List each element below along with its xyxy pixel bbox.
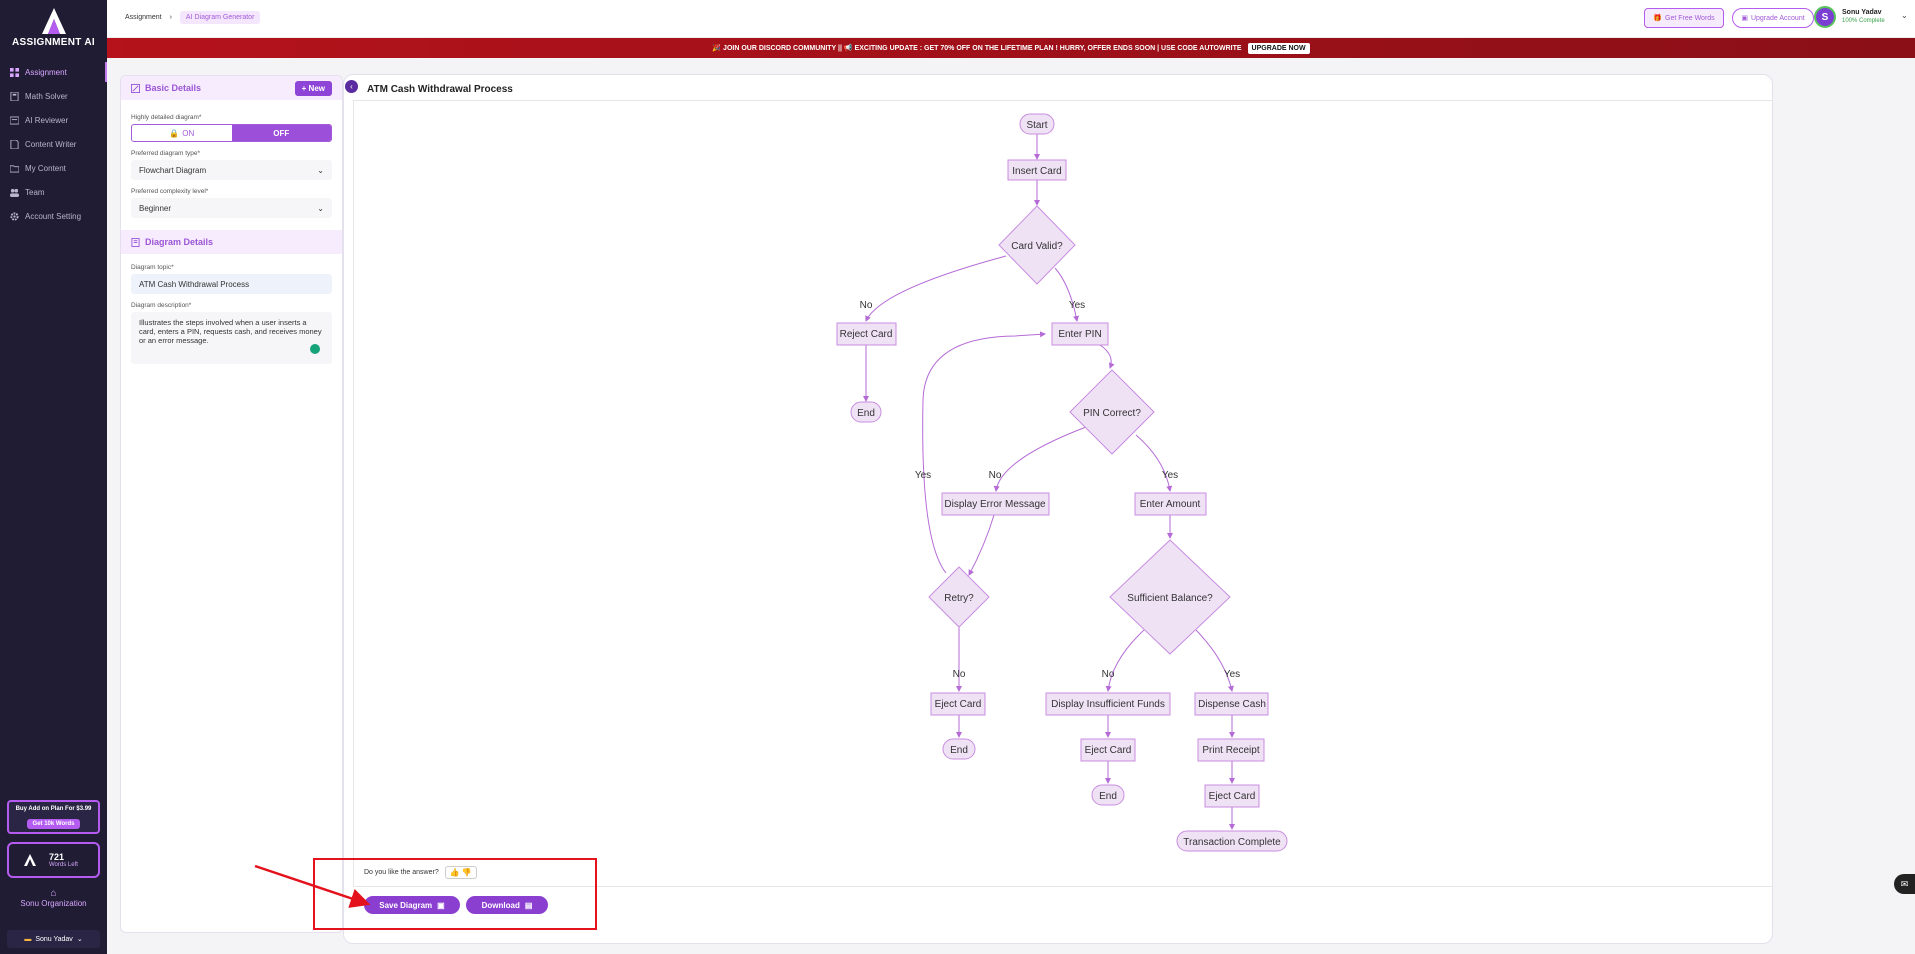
flowchart: Start Insert Card Card Valid? Reject Car… (836, 113, 1288, 852)
edge-pin-pinok (1099, 344, 1115, 369)
edge-valid-reject (865, 255, 1007, 322)
edge-balance-insuff (1105, 629, 1145, 692)
node-label: Display Insufficient Funds (1051, 699, 1165, 710)
edge-label: No (1102, 669, 1115, 680)
node-label: Enter PIN (1058, 329, 1101, 340)
annotation-arrow (254, 864, 371, 908)
edge-label: Yes (1162, 470, 1178, 481)
flowchart-shapes (836, 113, 1288, 852)
edge-label: No (953, 669, 966, 680)
edge-label: Yes (1069, 300, 1085, 311)
node-label: Reject Card (840, 329, 893, 340)
collapse-panel-button[interactable]: ‹ (345, 80, 358, 93)
node-label: Eject Card (935, 699, 982, 710)
node-label: End (950, 745, 968, 756)
node-label: Eject Card (1085, 745, 1132, 756)
edge-pinok-err (993, 426, 1087, 492)
node-label: Insert Card (1012, 166, 1061, 177)
node-label: Transaction Complete (1183, 837, 1281, 848)
edge-balance-dispense (1195, 629, 1234, 692)
node-label: End (857, 408, 875, 419)
node-label: PIN Correct? (1083, 408, 1141, 419)
edge-retry-pin (922, 331, 1046, 574)
chat-icon[interactable]: ✉ (1894, 874, 1915, 894)
node-label: Print Receipt (1202, 745, 1259, 756)
node-label: Eject Card (1209, 791, 1256, 802)
node-label: Card Valid? (1011, 241, 1063, 252)
edge-pinok-amount (1135, 434, 1173, 492)
node-label: End (1099, 791, 1117, 802)
node-label: Dispense Cash (1198, 699, 1266, 710)
edge-label: No (860, 300, 873, 311)
edge-label: Yes (1224, 669, 1240, 680)
node-label: Start (1026, 120, 1047, 131)
node-label: Enter Amount (1140, 499, 1201, 510)
edge-err-retry (968, 514, 995, 576)
node-label: Sufficient Balance? (1127, 593, 1213, 604)
edge-label: Yes (915, 470, 931, 481)
edge-label: No (989, 470, 1002, 481)
node-label: Display Error Message (944, 499, 1046, 510)
node-label: Retry? (944, 593, 974, 604)
edge-valid-pin (1054, 267, 1079, 322)
